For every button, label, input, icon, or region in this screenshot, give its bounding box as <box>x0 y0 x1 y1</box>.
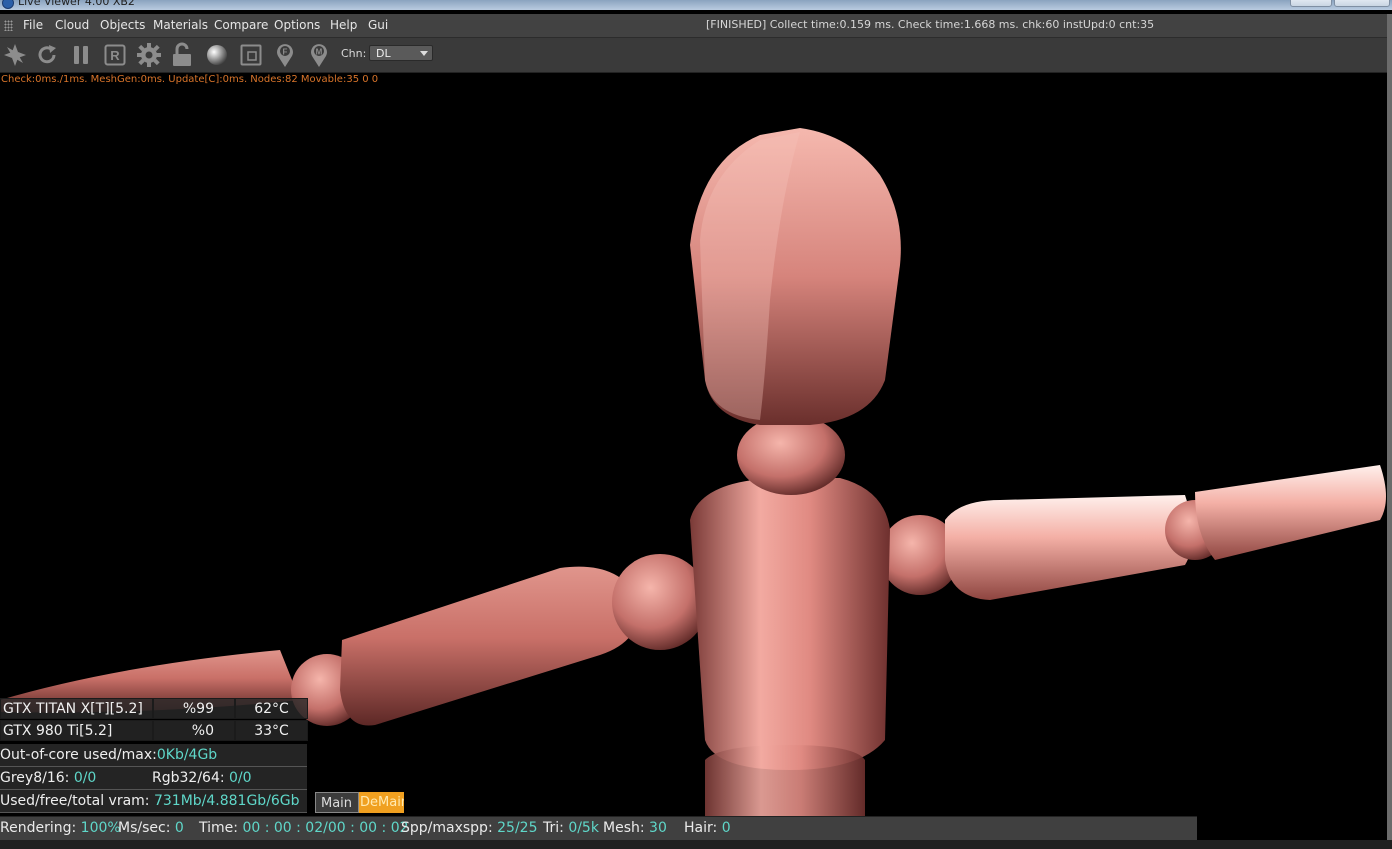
mssec-stat: Ms/sec: 0 <box>118 817 184 839</box>
out-of-core-stat: Out-of-core used/max:0Kb/4Gb <box>0 744 307 767</box>
rgb-label: Rgb32/64: <box>152 770 230 786</box>
hair-label: Hair: <box>684 820 722 836</box>
mssec-value: 0 <box>174 820 184 836</box>
tri-value: 0/5k <box>568 820 599 836</box>
timing-info-line: Check:0ms./1ms. MeshGen:0ms. Update[C]:0… <box>1 74 379 85</box>
mesh-value: 30 <box>649 820 667 836</box>
menu-cloud[interactable]: Cloud <box>55 18 89 32</box>
vram-value: 731Mb/4.881Gb/6Gb <box>153 793 300 809</box>
toolbar: R F M Chn: DL <box>0 38 1392 73</box>
spp-value: 25/25 <box>497 820 538 836</box>
gpu-row-1: GTX TITAN X[T][5.2] %99 62°C <box>0 698 308 719</box>
svg-text:R: R <box>110 48 120 63</box>
time-label: Time: <box>199 820 243 836</box>
settings-gear-icon[interactable] <box>134 40 164 70</box>
lock-icon[interactable] <box>167 40 197 70</box>
chevron-down-icon <box>420 51 428 56</box>
vram-label: Used/free/total vram: <box>0 793 154 809</box>
menu-help[interactable]: Help <box>330 18 357 32</box>
pin-f-icon[interactable]: F <box>270 40 300 70</box>
grey-value: 0/0 <box>73 770 97 786</box>
channel-select[interactable]: DL <box>369 45 433 61</box>
minimize-button[interactable] <box>1290 0 1332 7</box>
menu-bar: File Cloud Objects Materials Compare Opt… <box>0 14 1392 38</box>
menu-gui[interactable]: Gui <box>368 18 388 32</box>
close-button[interactable] <box>1334 0 1390 7</box>
material-sphere-icon[interactable] <box>202 40 232 70</box>
app-icon <box>2 0 14 9</box>
time-value: 00 : 00 : 02/00 : 00 : 02 <box>242 820 409 836</box>
hair-stat: Hair: 0 <box>684 817 731 839</box>
hair-value: 0 <box>721 820 731 836</box>
menu-objects[interactable]: Objects <box>100 18 145 32</box>
render-settings-icon[interactable] <box>0 40 30 70</box>
region-render-icon[interactable]: R <box>100 40 130 70</box>
mssec-label: Ms/sec: <box>118 820 175 836</box>
tab-demain[interactable]: DeMain <box>359 792 404 813</box>
out-of-core-value: 0Kb/4Gb <box>156 747 218 763</box>
window-bottom-edge <box>0 840 1392 849</box>
tri-label: Tri: <box>543 820 569 836</box>
gpu-name: GTX 980 Ti[5.2] <box>0 720 153 741</box>
mesh-label: Mesh: <box>603 820 650 836</box>
menu-options[interactable]: Options <box>274 18 320 32</box>
rgb-value: 0/0 <box>229 770 252 786</box>
gpu-row-2: GTX 980 Ti[5.2] %0 33°C <box>0 720 308 741</box>
svg-text:F: F <box>283 48 288 57</box>
gpu-usage: %99 <box>153 698 235 719</box>
spp-label: Spp/maxspp: <box>401 820 498 836</box>
frame-icon[interactable] <box>236 40 266 70</box>
rgb-stat: Rgb32/64: 0/0 <box>152 767 252 789</box>
render-status-bar: Rendering: 100% Ms/sec: 0 Time: 00 : 00 … <box>0 816 1197 841</box>
tri-stat: Tri: 0/5k <box>543 817 599 839</box>
channel-label: Chn: <box>341 47 367 60</box>
vram-stat: Used/free/total vram: 731Mb/4.881Gb/6Gb <box>0 790 307 813</box>
menu-materials[interactable]: Materials <box>153 18 208 32</box>
rendering-value: 100% <box>80 820 121 836</box>
grip-icon[interactable] <box>4 20 13 31</box>
tab-main[interactable]: Main <box>315 792 359 813</box>
window-title: Live Viewer 4.00 XB2 <box>18 0 135 8</box>
spp-stat: Spp/maxspp: 25/25 <box>401 817 537 839</box>
menu-file[interactable]: File <box>23 18 43 32</box>
gpu-temp: 62°C <box>235 698 308 719</box>
menu-compare[interactable]: Compare <box>214 18 268 32</box>
render-status-text: [FINISHED] Collect time:0.159 ms. Check … <box>706 18 1155 31</box>
window-right-edge <box>1387 14 1392 849</box>
pause-icon[interactable] <box>66 40 96 70</box>
gpu-usage: %0 <box>153 720 235 741</box>
time-stat: Time: 00 : 00 : 02/00 : 00 : 02 <box>199 817 409 839</box>
window-titlebar: Live Viewer 4.00 XB2 <box>0 0 1392 10</box>
refresh-icon[interactable] <box>32 40 62 70</box>
mesh-stat: Mesh: 30 <box>603 817 667 839</box>
svg-text:M: M <box>316 48 323 57</box>
out-of-core-label: Out-of-core used/max: <box>0 747 157 763</box>
gpu-name: GTX TITAN X[T][5.2] <box>0 698 153 719</box>
channel-value: DL <box>376 47 391 60</box>
pin-m-icon[interactable]: M <box>304 40 334 70</box>
texture-stat: Grey8/16: 0/0 Rgb32/64: 0/0 <box>0 767 307 790</box>
grey-label: Grey8/16: <box>0 770 74 786</box>
rendering-label: Rendering: <box>0 820 81 836</box>
gpu-temp: 33°C <box>235 720 308 741</box>
